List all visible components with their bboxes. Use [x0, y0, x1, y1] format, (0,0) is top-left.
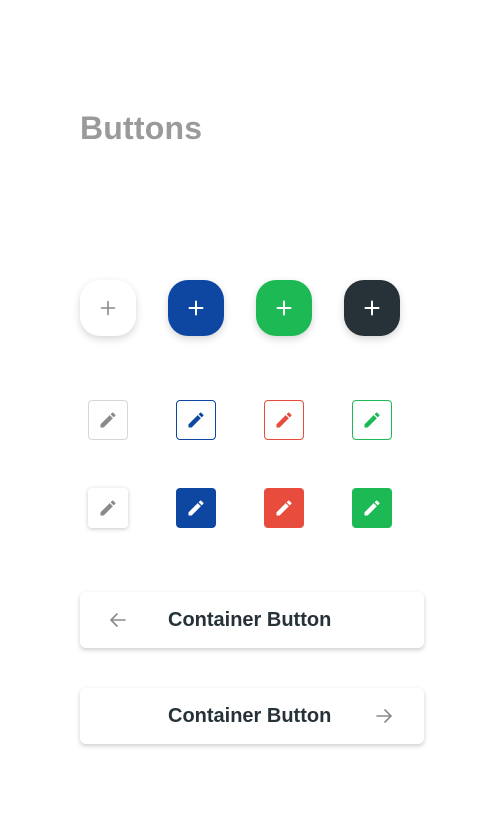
edit-button-filled-blue[interactable]	[176, 488, 216, 528]
pencil-icon	[276, 500, 292, 516]
plus-icon	[100, 300, 116, 316]
add-button-dark[interactable]	[344, 280, 400, 336]
pencil-icon	[188, 412, 204, 428]
pencil-icon	[364, 500, 380, 516]
container-button-forward[interactable]: Container Button	[80, 688, 424, 744]
add-button-blue[interactable]	[168, 280, 224, 336]
pencil-icon	[364, 412, 380, 428]
edit-button-outline-red[interactable]	[264, 400, 304, 440]
arrow-right-icon	[376, 709, 392, 723]
arrow-left-icon	[110, 613, 126, 627]
pencil-icon	[188, 500, 204, 516]
edit-button-filled-white[interactable]	[88, 488, 128, 528]
container-button-label: Container Button	[168, 705, 332, 727]
pencil-icon	[276, 412, 292, 428]
add-button-green[interactable]	[256, 280, 312, 336]
edit-button-outline-blue[interactable]	[176, 400, 216, 440]
container-button-label: Container Button	[168, 609, 332, 631]
pencil-icon	[100, 412, 116, 428]
page-title: Buttons	[80, 110, 203, 146]
container-button-back[interactable]: Container Button	[80, 592, 424, 648]
plus-icon	[276, 300, 292, 316]
edit-button-filled-red[interactable]	[264, 488, 304, 528]
add-button-white[interactable]	[80, 280, 136, 336]
edit-button-filled-green[interactable]	[352, 488, 392, 528]
pencil-icon	[100, 500, 116, 516]
plus-icon	[188, 300, 204, 316]
plus-icon	[364, 300, 380, 316]
edit-button-outline-green[interactable]	[352, 400, 392, 440]
edit-button-outline-grey[interactable]	[88, 400, 128, 440]
